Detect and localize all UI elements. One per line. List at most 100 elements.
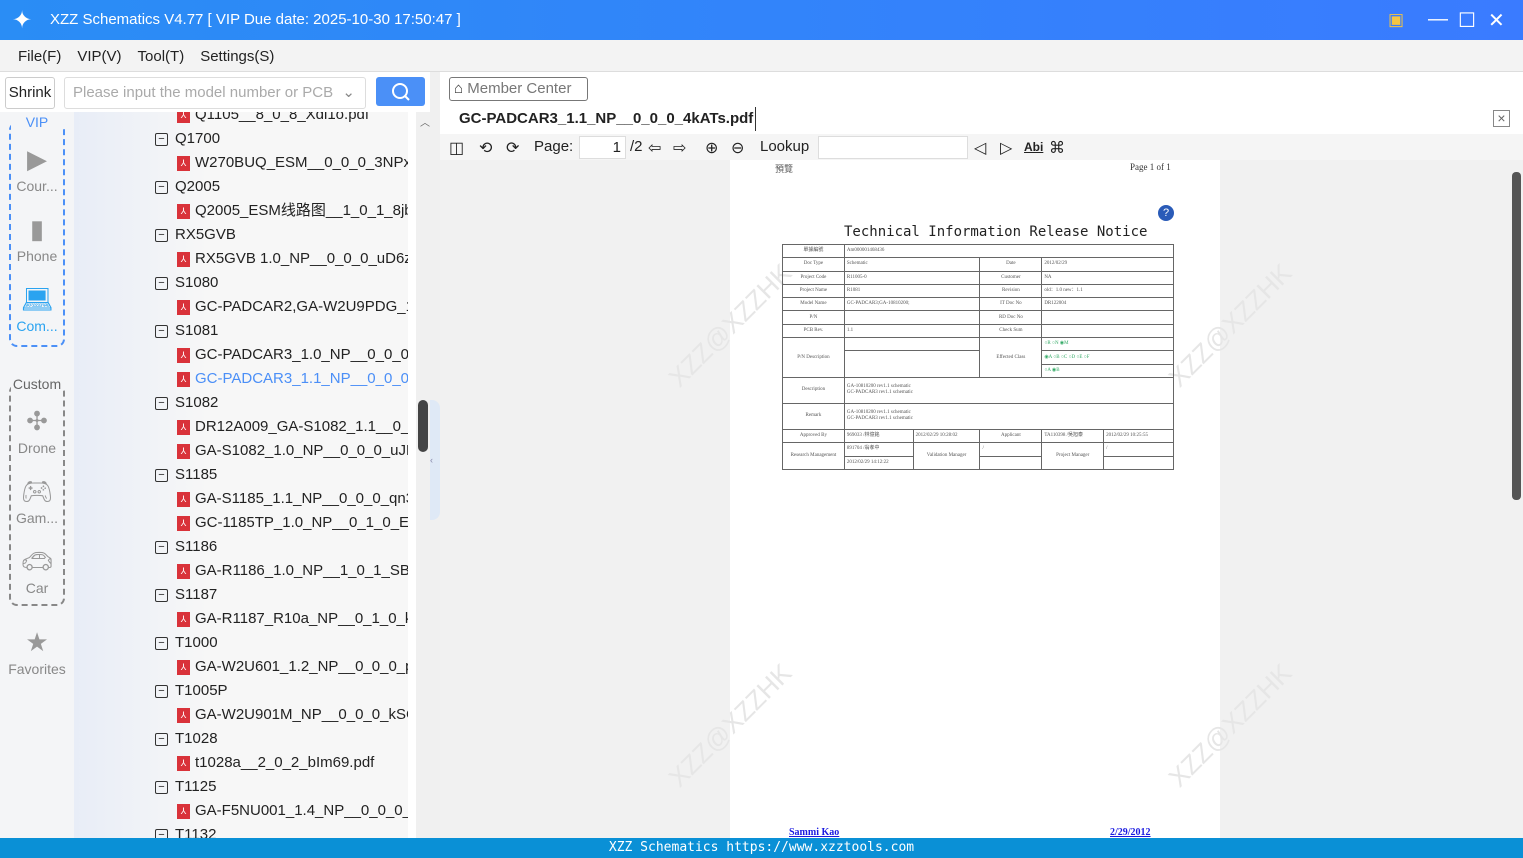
tree-file[interactable]: ⅄ GA-R1187_R10a_NP__0_1_0_kP: [177, 607, 408, 631]
collapse-icon[interactable]: −: [155, 324, 168, 338]
zoom-in-icon[interactable]: ⊕: [705, 138, 718, 158]
tree-file[interactable]: ⅄ t1028a__2_0_2_bIm69.pdf: [177, 751, 374, 775]
scrollbar-thumb[interactable]: [1512, 172, 1521, 500]
document-view: XZZ@XZZHK XZZ@XZZHK XZZ@XZZHK XZZ@XZZHK …: [440, 160, 1523, 838]
tree-group[interactable]: − T1028: [155, 727, 218, 751]
category-label: Phone: [16, 248, 58, 264]
favorites-button[interactable]: ★ Favorites: [0, 627, 74, 677]
match-case-button[interactable]: Abi: [1024, 140, 1043, 154]
tree-group[interactable]: − RX5GVB: [155, 223, 236, 247]
tree-file[interactable]: ⅄ GA-S1082_1.0_NP__0_0_0_uJHX: [177, 439, 408, 463]
collapse-icon[interactable]: −: [155, 132, 168, 146]
help-icon[interactable]: ?: [1158, 205, 1174, 221]
tree-file[interactable]: ⅄ DR12A009_GA-S1082_1.1__0_0_: [177, 415, 408, 439]
two-page-icon[interactable]: ◫: [449, 138, 464, 158]
scrollbar-thumb[interactable]: [418, 400, 428, 452]
collapse-icon[interactable]: −: [155, 228, 168, 242]
tree-file[interactable]: ⅄ GC-PADCAR3_1.1_NP__0_0_0_4: [177, 367, 408, 391]
collapse-icon[interactable]: −: [155, 396, 168, 410]
minimize-button[interactable]: —: [1428, 8, 1448, 31]
member-center-button[interactable]: ⌂ Member Center: [449, 77, 588, 101]
category-car[interactable]: 🚗︎ Car: [11, 546, 63, 596]
scroll-up-icon[interactable]: ︿: [420, 114, 430, 129]
tree-file[interactable]: ⅄ GC-1185TP_1.0_NP__0_1_0_E6p: [177, 511, 408, 535]
tree-group[interactable]: − S1186: [155, 535, 217, 559]
maximize-button[interactable]: ☐: [1458, 8, 1476, 33]
previous-page-arrow-icon[interactable]: ⇦: [648, 138, 661, 158]
menu-tool[interactable]: Tool(T): [138, 48, 185, 65]
cell: NA: [1041, 270, 1174, 285]
rotate-right-icon[interactable]: ⟳: [506, 138, 519, 158]
cell: P/N: [782, 310, 845, 325]
cell: GA-10810200 rev1.1 schematic GC-PADCAR3 r…: [843, 376, 1175, 404]
chevron-down-icon[interactable]: ⌄: [342, 78, 355, 108]
tree-group[interactable]: − S1185: [155, 463, 217, 487]
tree-file[interactable]: ⅄ GC-PADCAR2,GA-W2U9PDG_1.1: [177, 295, 408, 319]
footer-bar: XZZ Schematics https://www.xzztools.com: [0, 838, 1523, 858]
cell-line: GC-PADCAR3 rev1.1 schematic: [846, 390, 913, 396]
menu-vip[interactable]: VIP(V): [77, 48, 121, 65]
collapse-icon[interactable]: −: [155, 732, 168, 746]
tree-scrollbar[interactable]: ︿: [408, 112, 430, 838]
tree-file[interactable]: ⅄ GA-R1186_1.0_NP__1_0_1_SBU3: [177, 559, 408, 583]
tree-group[interactable]: − S1082: [155, 391, 218, 415]
vip-bag-icon[interactable]: ▣: [1388, 10, 1404, 30]
tree-file[interactable]: ⅄ Q1105__8_0_8_Xdi1o.pdf: [177, 112, 369, 127]
collapse-icon[interactable]: −: [155, 636, 168, 650]
tree-group[interactable]: − Q1700: [155, 127, 220, 151]
tree-group[interactable]: − T1132: [155, 823, 216, 838]
find-next-icon[interactable]: ▷: [1000, 138, 1012, 158]
tree-file[interactable]: ⅄ GA-W2U901M_NP__0_0_0_kSCA: [177, 703, 408, 727]
cell: GC-PADCAR3;GA-10810200;: [843, 297, 981, 312]
tree-item-label: T1000: [175, 634, 218, 651]
tree-item-label: GA-S1185_1.1_NP__0_0_0_qn3H: [195, 490, 408, 507]
collapse-icon[interactable]: −: [155, 276, 168, 290]
collapse-icon[interactable]: −: [155, 468, 168, 482]
tree-group[interactable]: − S1080: [155, 271, 218, 295]
collapse-icon[interactable]: −: [155, 588, 168, 602]
close-button[interactable]: ✕: [1488, 8, 1505, 33]
find-previous-icon[interactable]: ◁: [974, 138, 986, 158]
tree-file[interactable]: ⅄ GA-W2U601_1.2_NP__0_0_0_pZ: [177, 655, 408, 679]
collapse-panel-handle[interactable]: ‹: [430, 400, 440, 520]
category-label: Gam...: [15, 510, 58, 526]
model-search-input[interactable]: Please input the model number or PCB ⌄: [64, 77, 366, 109]
page-number-input[interactable]: 1: [579, 136, 626, 159]
tree-file[interactable]: ⅄ RX5GVB 1.0_NP__0_0_0_uD6zW: [177, 247, 408, 271]
collapse-icon[interactable]: −: [155, 540, 168, 554]
collapse-icon[interactable]: −: [155, 180, 168, 194]
rotate-left-icon[interactable]: ⟲: [479, 138, 492, 158]
tree-group[interactable]: − S1081: [155, 319, 218, 343]
tree-file[interactable]: ⅄ GA-S1185_1.1_NP__0_0_0_qn3H: [177, 487, 408, 511]
category-courses[interactable]: ▶ Cour...: [11, 144, 63, 194]
document-tab[interactable]: GC-PADCAR3_1.1_NP__0_0_0_4kATs.pdf: [459, 110, 753, 127]
category-games[interactable]: 🎮︎ Gam...: [11, 476, 63, 526]
category-drone[interactable]: ✣ Drone: [11, 406, 63, 456]
shrink-button[interactable]: Shrink: [5, 77, 55, 109]
tree-file[interactable]: ⅄ Q2005_ESM线路图__1_0_1_8jbjr: [177, 199, 408, 223]
title-bar: ✦ XZZ Schematics V4.77 [ VIP Due date: 2…: [0, 0, 1523, 40]
cell: [843, 350, 981, 378]
tree-group[interactable]: − S1187: [155, 583, 217, 607]
category-phone[interactable]: ▮ Phone: [11, 214, 63, 264]
tree-group[interactable]: − Q2005: [155, 175, 220, 199]
next-page-arrow-icon[interactable]: ⇨: [673, 138, 686, 158]
category-computer[interactable]: 💻︎ Com...: [11, 284, 63, 334]
tree-file[interactable]: ⅄ W270BUQ_ESM__0_0_0_3NPxF.pdf: [177, 151, 408, 175]
binoculars-icon[interactable]: ⌘: [1049, 138, 1065, 158]
collapse-icon[interactable]: −: [155, 828, 168, 838]
collapse-icon[interactable]: −: [155, 780, 168, 794]
tree-group[interactable]: − T1125: [155, 775, 216, 799]
tree-file[interactable]: ⅄ GC-PADCAR3_1.0_NP__0_0_0_P: [177, 343, 408, 367]
tree-group[interactable]: − T1000: [155, 631, 218, 655]
document-scrollbar[interactable]: [1510, 160, 1523, 838]
collapse-icon[interactable]: −: [155, 684, 168, 698]
close-document-icon[interactable]: ×: [1493, 110, 1510, 127]
tree-group[interactable]: − T1005P: [155, 679, 228, 703]
tree-file[interactable]: ⅄ GA-F5NU001_1.4_NP__0_0_0_9T: [177, 799, 408, 823]
menu-file[interactable]: File(F): [18, 48, 61, 65]
search-button[interactable]: [376, 77, 425, 106]
menu-settings[interactable]: Settings(S): [200, 48, 274, 65]
zoom-out-icon[interactable]: ⊖: [731, 138, 744, 158]
lookup-input[interactable]: [818, 136, 968, 159]
